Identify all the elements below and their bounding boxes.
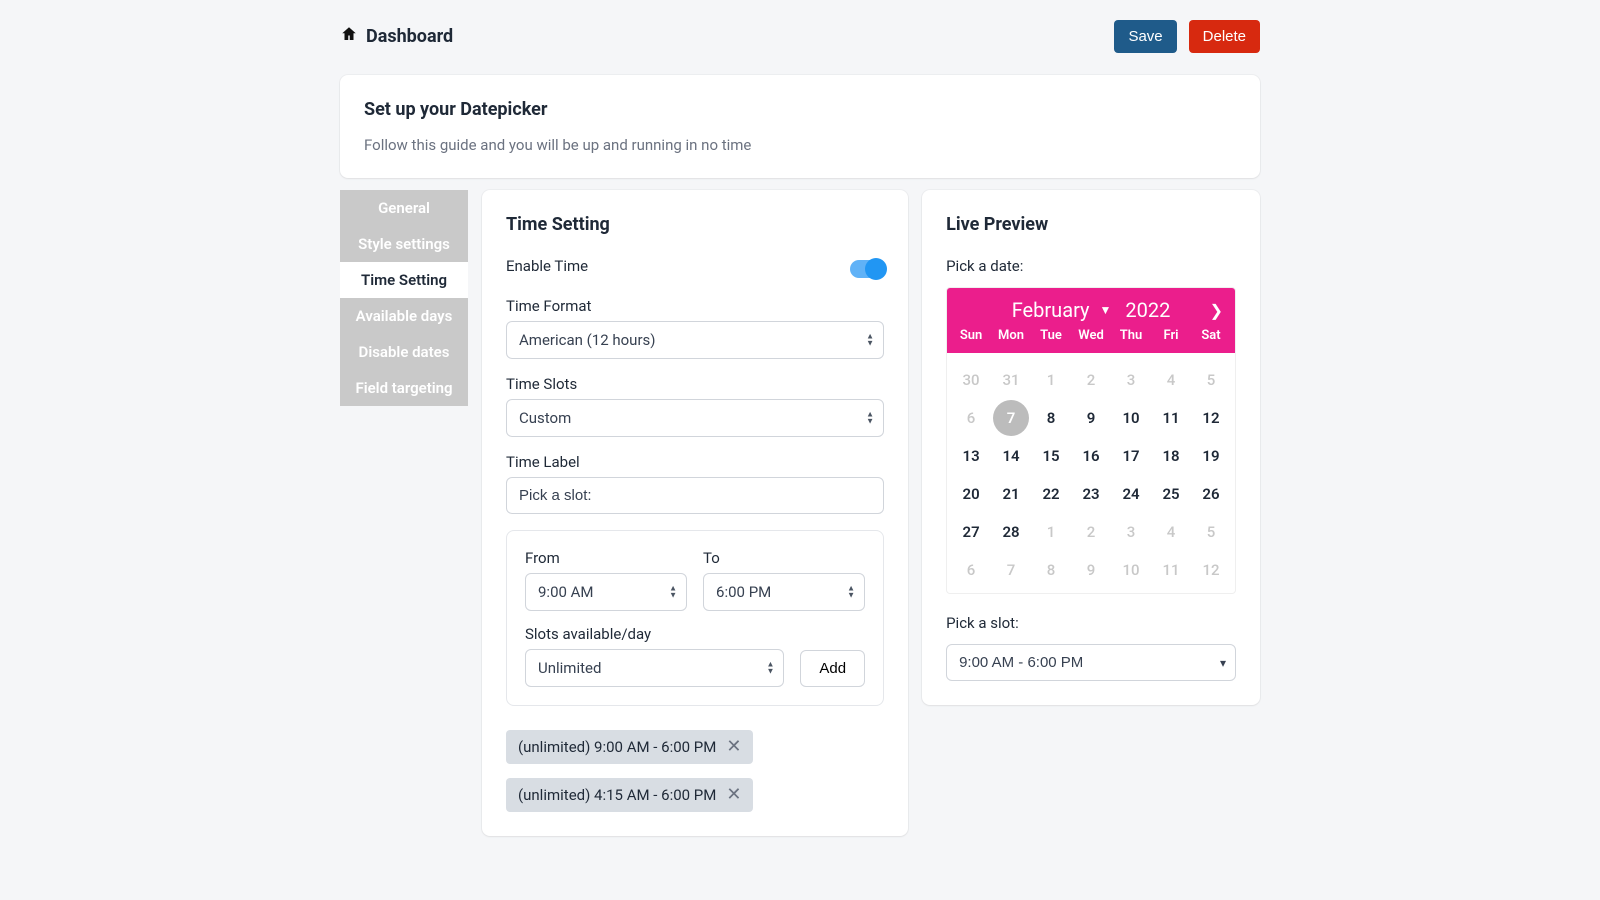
time-slots-label: Time Slots	[506, 375, 884, 393]
cal-day: 5	[1191, 361, 1231, 399]
cal-month[interactable]: February	[1012, 298, 1092, 322]
cal-day: 2	[1071, 513, 1111, 551]
cal-dow-cell: Mon	[991, 328, 1031, 343]
add-slot-button[interactable]: Add	[800, 650, 865, 687]
cal-dow-cell: Tue	[1031, 328, 1071, 343]
sidebar-item[interactable]: Disable dates	[340, 334, 468, 370]
time-label-input[interactable]	[506, 477, 884, 514]
slots-avail-label: Slots available/day	[525, 625, 784, 643]
to-select[interactable]: 6:00 PM	[703, 573, 865, 611]
enable-time-toggle[interactable]	[850, 260, 884, 278]
cal-day[interactable]: 21	[991, 475, 1031, 513]
close-icon[interactable]: ✕	[726, 738, 741, 756]
cal-day: 4	[1151, 513, 1191, 551]
cal-day[interactable]: 14	[991, 437, 1031, 475]
cal-day: 6	[951, 399, 991, 437]
cal-day: 31	[991, 361, 1031, 399]
cal-day: 7	[991, 551, 1031, 589]
cal-year[interactable]: 2022	[1119, 298, 1170, 322]
chevron-down-icon[interactable]: ▼	[1100, 303, 1112, 317]
cal-day: 9	[1071, 551, 1111, 589]
preview-title: Live Preview	[946, 214, 1236, 235]
pick-slot-label: Pick a slot:	[946, 614, 1236, 632]
home-icon	[340, 25, 358, 48]
cal-dow-cell: Sat	[1191, 328, 1231, 343]
cal-day[interactable]: 20	[951, 475, 991, 513]
cal-day: 3	[1111, 361, 1151, 399]
sidebar-item[interactable]: Field targeting	[340, 370, 468, 406]
sidebar-item[interactable]: Time Setting	[340, 262, 468, 298]
cal-day[interactable]: 15	[1031, 437, 1071, 475]
cal-day[interactable]: 26	[1191, 475, 1231, 513]
cal-day[interactable]: 18	[1151, 437, 1191, 475]
sidebar-item[interactable]: General	[340, 190, 468, 226]
slot-select[interactable]: 9:00 AM - 6:00 PM	[946, 644, 1236, 681]
time-label-label: Time Label	[506, 453, 884, 471]
cal-day: 4	[1151, 361, 1191, 399]
save-button[interactable]: Save	[1114, 20, 1176, 53]
cal-day[interactable]: 28	[991, 513, 1031, 551]
cal-day[interactable]: 25	[1151, 475, 1191, 513]
cal-day: 8	[1031, 551, 1071, 589]
cal-day[interactable]: 10	[1111, 399, 1151, 437]
page-title: Dashboard	[366, 26, 453, 47]
from-label: From	[525, 549, 687, 567]
slot-tag: (unlimited) 9:00 AM - 6:00 PM ✕	[506, 730, 753, 764]
cal-day: 11	[1151, 551, 1191, 589]
cal-day: 2	[1071, 361, 1111, 399]
cal-day[interactable]: 13	[951, 437, 991, 475]
cal-day: 1	[1031, 361, 1071, 399]
time-slots-select[interactable]: Custom	[506, 399, 884, 437]
cal-dow-cell: Wed	[1071, 328, 1111, 343]
cal-day: 30	[951, 361, 991, 399]
close-icon[interactable]: ✕	[726, 786, 741, 804]
to-label: To	[703, 549, 865, 567]
cal-day[interactable]: 7	[991, 399, 1031, 437]
cal-day[interactable]: 23	[1071, 475, 1111, 513]
cal-dow-cell: Thu	[1111, 328, 1151, 343]
cal-day: 3	[1111, 513, 1151, 551]
cal-day[interactable]: 12	[1191, 399, 1231, 437]
slot-tag-label: (unlimited) 4:15 AM - 6:00 PM	[518, 786, 716, 804]
cal-day[interactable]: 9	[1071, 399, 1111, 437]
time-format-select[interactable]: American (12 hours)	[506, 321, 884, 359]
cal-dow-cell: Fri	[1151, 328, 1191, 343]
enable-time-label: Enable Time	[506, 257, 588, 275]
delete-button[interactable]: Delete	[1189, 20, 1260, 53]
sidebar-item[interactable]: Style settings	[340, 226, 468, 262]
cal-day: 6	[951, 551, 991, 589]
cal-day[interactable]: 24	[1111, 475, 1151, 513]
from-select[interactable]: 9:00 AM	[525, 573, 687, 611]
slots-avail-select[interactable]: Unlimited	[525, 649, 784, 687]
cal-day[interactable]: 27	[951, 513, 991, 551]
chevron-right-icon[interactable]: ❯	[1210, 301, 1223, 320]
cal-day: 1	[1031, 513, 1071, 551]
intro-title: Set up your Datepicker	[364, 99, 1236, 120]
cal-day[interactable]: 16	[1071, 437, 1111, 475]
cal-day: 10	[1111, 551, 1151, 589]
cal-dow-cell: Sun	[951, 328, 991, 343]
time-section-title: Time Setting	[506, 214, 884, 235]
cal-day: 5	[1191, 513, 1231, 551]
cal-day[interactable]: 19	[1191, 437, 1231, 475]
cal-day[interactable]: 11	[1151, 399, 1191, 437]
pick-date-label: Pick a date:	[946, 257, 1236, 275]
slot-tag: (unlimited) 4:15 AM - 6:00 PM ✕	[506, 778, 753, 812]
cal-day[interactable]: 8	[1031, 399, 1071, 437]
cal-day[interactable]: 22	[1031, 475, 1071, 513]
intro-subtitle: Follow this guide and you will be up and…	[364, 136, 1236, 154]
cal-day[interactable]: 17	[1111, 437, 1151, 475]
cal-day: 12	[1191, 551, 1231, 589]
sidebar-item[interactable]: Available days	[340, 298, 468, 334]
time-format-label: Time Format	[506, 297, 884, 315]
slot-tag-label: (unlimited) 9:00 AM - 6:00 PM	[518, 738, 716, 756]
